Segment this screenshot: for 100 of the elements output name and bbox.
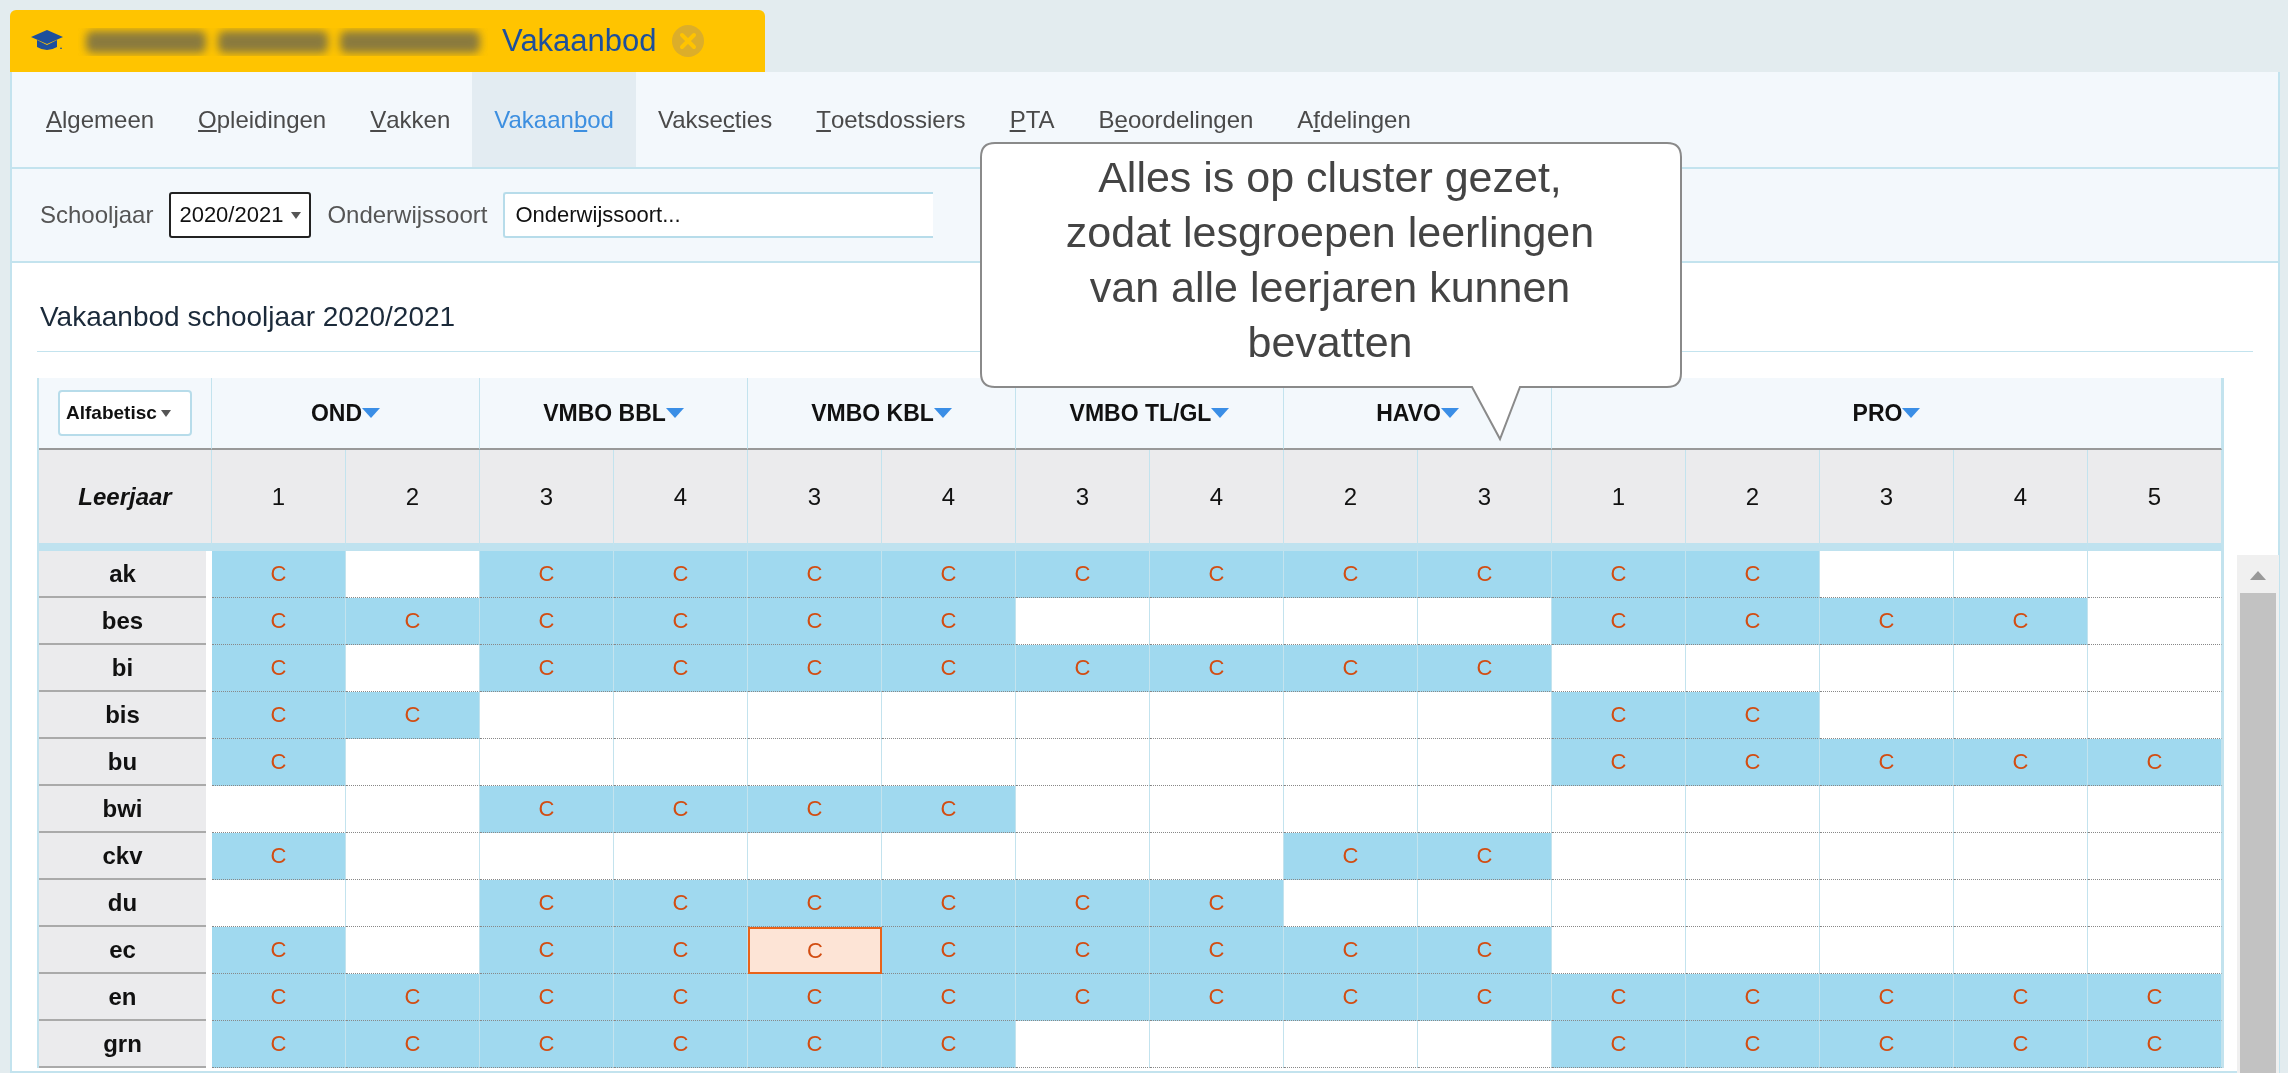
close-icon[interactable] (670, 24, 705, 58)
cluster-cell[interactable]: C (1954, 974, 2088, 1021)
cluster-cell[interactable]: C (614, 551, 748, 598)
cluster-cell[interactable]: C (1284, 551, 1418, 598)
cluster-cell[interactable]: C (212, 739, 346, 786)
cluster-cell[interactable]: C (1954, 739, 2088, 786)
cluster-cell[interactable]: C (212, 645, 346, 692)
dropdown-icon[interactable] (665, 408, 684, 418)
cluster-cell[interactable]: C (1686, 1021, 1820, 1068)
cluster-cell[interactable]: C (1686, 739, 1820, 786)
cluster-cell[interactable]: C (1552, 551, 1686, 598)
cluster-cell[interactable]: C (1552, 974, 1686, 1021)
cluster-cell[interactable]: C (1686, 692, 1820, 739)
cluster-cell[interactable]: C (1820, 974, 1954, 1021)
cluster-cell[interactable]: C (346, 692, 480, 739)
cluster-cell[interactable]: C (480, 927, 614, 974)
cluster-cell[interactable]: C (480, 880, 614, 927)
cluster-cell[interactable]: C (1552, 598, 1686, 645)
nav-tab[interactable]: Vakken (348, 72, 473, 167)
dropdown-icon[interactable] (1902, 408, 1921, 418)
cluster-cell[interactable]: C (480, 598, 614, 645)
cluster-cell[interactable]: C (1820, 1021, 1954, 1068)
cluster-cell[interactable]: C (1150, 645, 1284, 692)
nav-tab[interactable]: Algemeen (24, 72, 177, 167)
cluster-cell[interactable]: C (1820, 598, 1954, 645)
cluster-cell[interactable]: C (346, 1021, 480, 1068)
cluster-cell[interactable]: C (1954, 598, 2088, 645)
cluster-cell[interactable]: C (1016, 551, 1150, 598)
cluster-cell[interactable]: C (882, 645, 1016, 692)
dropdown-icon[interactable] (362, 408, 381, 418)
cluster-cell[interactable]: C (614, 880, 748, 927)
nav-tab[interactable]: Toetsdossiers (794, 72, 988, 167)
cluster-cell[interactable]: C (2088, 739, 2222, 786)
app-tab[interactable]: Vakaanbod (10, 10, 765, 72)
year-select[interactable]: 2020/2021 (169, 192, 312, 238)
cluster-cell[interactable]: C (1016, 927, 1150, 974)
cluster-cell[interactable]: C (346, 974, 480, 1021)
cluster-cell[interactable]: C (882, 974, 1016, 1021)
cluster-cell[interactable]: C (1820, 739, 1954, 786)
cluster-cell[interactable]: C (614, 786, 748, 833)
cluster-cell[interactable]: C (480, 1021, 614, 1068)
cluster-cell[interactable]: C (212, 551, 346, 598)
cluster-cell[interactable]: C (1150, 880, 1284, 927)
cluster-cell[interactable]: C (1016, 974, 1150, 1021)
cluster-cell[interactable]: C (1686, 598, 1820, 645)
cluster-cell[interactable]: C (1552, 739, 1686, 786)
cluster-cell[interactable]: C (748, 645, 882, 692)
cluster-cell[interactable]: C (882, 880, 1016, 927)
cluster-cell[interactable]: C (882, 786, 1016, 833)
cluster-cell[interactable]: C (614, 974, 748, 1021)
cluster-cell[interactable]: C (1418, 974, 1552, 1021)
dropdown-icon[interactable] (1211, 408, 1230, 418)
cluster-cell[interactable]: C (1284, 833, 1418, 880)
dropdown-icon[interactable] (1440, 408, 1459, 418)
cluster-cell[interactable]: C (882, 551, 1016, 598)
cluster-cell[interactable]: C (748, 598, 882, 645)
cluster-cell[interactable]: C (480, 645, 614, 692)
dropdown-icon[interactable] (933, 408, 952, 418)
nav-tab[interactable]: Vaksecties (635, 72, 795, 167)
cluster-cell[interactable]: C (1284, 645, 1418, 692)
cluster-cell[interactable]: C (2088, 974, 2222, 1021)
cluster-cell[interactable]: C (748, 1021, 882, 1068)
cluster-cell[interactable]: C (882, 598, 1016, 645)
cluster-cell[interactable]: C (614, 598, 748, 645)
cluster-cell[interactable]: C (748, 974, 882, 1021)
cluster-cell[interactable]: C (1150, 551, 1284, 598)
sort-select[interactable]: Alfabetisc (58, 390, 192, 436)
nav-tab[interactable]: Vakaanbod (472, 72, 636, 167)
cluster-cell[interactable]: C (1284, 974, 1418, 1021)
cluster-cell[interactable]: C (1418, 927, 1552, 974)
cluster-cell[interactable]: C (614, 645, 748, 692)
cluster-cell[interactable]: C (1016, 645, 1150, 692)
cluster-cell[interactable]: C (212, 598, 346, 645)
cluster-cell[interactable]: C (212, 1021, 346, 1068)
cluster-cell[interactable]: C (614, 1021, 748, 1068)
cluster-cell[interactable]: C (480, 974, 614, 1021)
cluster-cell[interactable]: C (748, 551, 882, 598)
cluster-cell[interactable]: C (1552, 692, 1686, 739)
cluster-cell[interactable]: C (1686, 551, 1820, 598)
cluster-cell[interactable]: C (1418, 645, 1552, 692)
cluster-cell[interactable]: C (1552, 1021, 1686, 1068)
cluster-cell[interactable]: C (882, 927, 1016, 974)
cluster-cell[interactable]: C (614, 927, 748, 974)
cluster-cell[interactable]: C (212, 833, 346, 880)
cluster-cell[interactable]: C (1150, 927, 1284, 974)
cluster-cell[interactable]: C (748, 786, 882, 833)
cluster-cell[interactable]: C (1954, 1021, 2088, 1068)
cluster-cell[interactable]: C (346, 598, 480, 645)
cluster-cell[interactable]: C (2088, 1021, 2222, 1068)
cluster-cell[interactable]: C (748, 880, 882, 927)
cluster-cell[interactable]: C (1418, 833, 1552, 880)
cluster-cell[interactable]: C (212, 692, 346, 739)
cluster-cell[interactable]: C (1418, 551, 1552, 598)
cluster-cell[interactable]: C (212, 974, 346, 1021)
cluster-cell[interactable]: C (1686, 974, 1820, 1021)
cluster-cell[interactable]: C (212, 927, 346, 974)
cluster-cell[interactable]: C (1284, 927, 1418, 974)
cluster-cell[interactable]: C (882, 1021, 1016, 1068)
cluster-cell[interactable]: C (1150, 974, 1284, 1021)
nav-tab[interactable]: Opleidingen (176, 72, 349, 167)
